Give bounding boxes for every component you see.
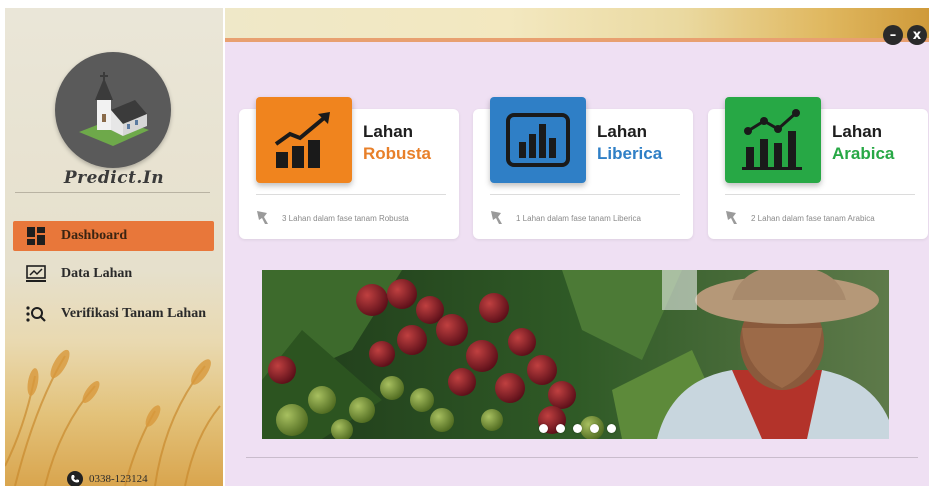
- card-divider: [490, 194, 680, 195]
- card-subtitle: Liberica: [597, 144, 663, 163]
- card-divider: [256, 194, 446, 195]
- card-subtitle: Robusta: [363, 144, 431, 163]
- main-content: – x Lahan Robusta 3 Lahan dalam fase tan…: [225, 8, 929, 486]
- monitor-chart-icon: [25, 264, 47, 284]
- sidebar: Predict.In Dashboard Data Lahan Verifika…: [5, 8, 223, 486]
- carousel-dot[interactable]: [590, 424, 599, 433]
- pin-icon: [256, 209, 274, 227]
- card-footer-text: 1 Lahan dalam fase tanam Liberica: [516, 213, 641, 223]
- sidebar-item-label: Verifikasi Tanam Lahan: [61, 306, 206, 321]
- logo: [55, 52, 171, 168]
- card-arabica[interactable]: Lahan Arabica 2 Lahan dalam fase tanam A…: [708, 97, 928, 239]
- card-title: Lahan Arabica: [832, 121, 894, 165]
- card-robusta[interactable]: Lahan Robusta 3 Lahan dalam fase tanam R…: [239, 97, 459, 239]
- church-icon: [79, 72, 149, 146]
- card-title: Lahan Liberica: [597, 121, 662, 165]
- minimize-button[interactable]: –: [883, 25, 903, 45]
- divider: [15, 192, 210, 193]
- rising-bar-chart-icon: [256, 97, 352, 183]
- card-footer: 2 Lahan dalam fase tanam Arabica: [725, 209, 875, 227]
- carousel-indicators: [539, 424, 616, 433]
- image-carousel[interactable]: [262, 270, 889, 439]
- card-liberica[interactable]: Lahan Liberica 1 Lahan dalam fase tanam …: [473, 97, 693, 239]
- sidebar-item-verifikasi[interactable]: Verifikasi Tanam Lahan: [13, 299, 214, 329]
- header-banner: [225, 8, 929, 38]
- sidebar-item-label: Dashboard: [61, 228, 128, 243]
- header-accent-line: [225, 38, 929, 42]
- carousel-dot[interactable]: [556, 424, 565, 433]
- card-divider: [725, 194, 915, 195]
- pin-icon: [490, 209, 508, 227]
- list-search-icon: [25, 304, 47, 324]
- card-title-main: Lahan: [832, 122, 883, 141]
- card-title-main: Lahan: [597, 122, 648, 141]
- carousel-dot[interactable]: [573, 424, 582, 433]
- card-footer-text: 3 Lahan dalam fase tanam Robusta: [282, 213, 409, 223]
- coffee-farmer-photo: [262, 270, 889, 439]
- sidebar-item-dashboard[interactable]: Dashboard: [13, 221, 214, 251]
- phone-number: 0338-123124: [89, 473, 148, 485]
- carousel-dot[interactable]: [607, 424, 616, 433]
- close-button[interactable]: x: [907, 25, 927, 45]
- card-title-main: Lahan: [363, 122, 414, 141]
- carousel-dot[interactable]: [539, 424, 548, 433]
- phone-icon: [67, 471, 83, 486]
- framed-bar-chart-icon: [490, 97, 586, 183]
- divider: [246, 457, 918, 458]
- card-footer: 3 Lahan dalam fase tanam Robusta: [256, 209, 409, 227]
- card-footer-text: 2 Lahan dalam fase tanam Arabica: [751, 213, 875, 223]
- line-bar-chart-icon: [725, 97, 821, 183]
- brand-name: Predict.In: [63, 168, 165, 188]
- card-title: Lahan Robusta: [363, 121, 431, 165]
- sidebar-item-data-lahan[interactable]: Data Lahan: [13, 259, 214, 289]
- wheat-background: [5, 349, 221, 486]
- card-footer: 1 Lahan dalam fase tanam Liberica: [490, 209, 641, 227]
- card-subtitle: Arabica: [832, 144, 895, 163]
- sidebar-item-label: Data Lahan: [61, 266, 133, 281]
- contact-phone: 0338-123124: [67, 471, 148, 486]
- pin-icon: [725, 209, 743, 227]
- dashboard-grid-icon: [25, 226, 47, 246]
